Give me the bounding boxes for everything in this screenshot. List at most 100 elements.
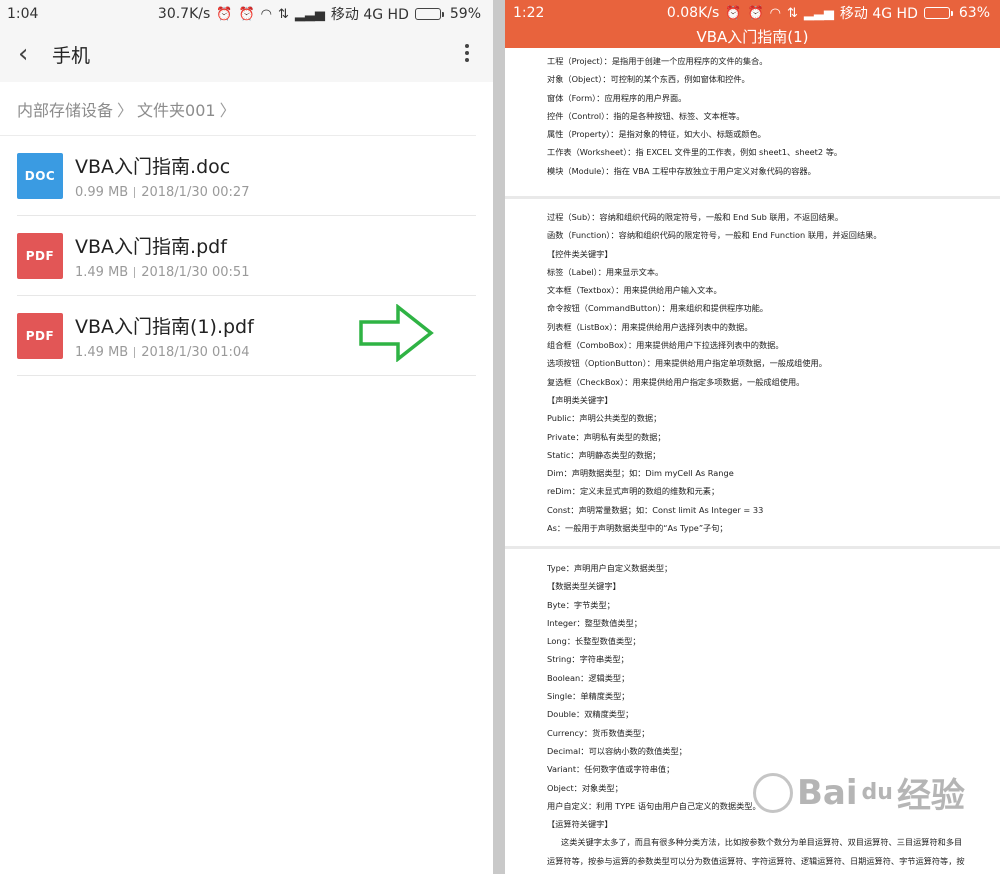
battery-icon (414, 8, 444, 20)
pdf-text-line: Currency：货币数值类型； (547, 727, 650, 738)
pdf-text-line: 复选框（CheckBox）：用来提供给用户指定多项数据，一般成组使用。 (547, 376, 805, 387)
pdf-text-line: Byte：字节类型； (547, 599, 615, 610)
data-arrows-icon: ⇅ (278, 6, 289, 22)
doc-file-icon: DOC (17, 152, 63, 199)
file-name: VBA入门指南.pdf (75, 235, 227, 258)
green-arrow-icon (359, 304, 434, 362)
pdf-text-line: 工作表（Worksheet）：指 EXCEL 文件里的工作表，例如 sheet1… (547, 147, 843, 158)
pdf-text-line: Decimal：可以容纳小数的数值类型； (547, 745, 687, 756)
pdf-text-line: 【声明类关键字】 (547, 394, 613, 405)
battery-percent: 59% (449, 6, 481, 22)
pdf-text-line: String：字符串类型； (547, 654, 629, 665)
pdf-text-line: 文本框（Textbox）：用来提供给用户输入文本。 (547, 285, 722, 296)
viewer-header: 1:22 0.08K/s ⏰ ⏰ ◠ ⇅ ▂▃▅ 移动 4G HD 63% VB… (505, 0, 1000, 48)
pdf-file-icon: PDF (17, 312, 63, 359)
file-info: 1.49 MB 2018/1/30 00:51 (75, 265, 249, 280)
file-item[interactable]: DOC VBA入门指南.doc 0.99 MB 2018/1/30 00:27 (17, 136, 476, 216)
pdf-text-line: Single：单精度类型； (547, 691, 630, 702)
pdf-text-line: 【运算符关键字】 (547, 819, 613, 830)
pdf-page-2: 过程（Sub）：容纳和组织代码的限定符号，一般和 End Sub 联用，不返回结… (505, 199, 1000, 546)
file-item[interactable]: PDF VBA入门指南.pdf 1.49 MB 2018/1/30 00:51 (17, 216, 476, 296)
pdf-text-line: Private：声明私有类型的数据； (547, 431, 666, 442)
network-speed: 30.7K/s (157, 6, 211, 22)
breadcrumb: 内部存储设备 〉 文件夹001 〉 (0, 82, 476, 136)
file-size: 1.49 MB (75, 344, 129, 360)
pdf-text-line: 【控件类关键字】 (547, 248, 613, 259)
file-name: VBA入门指南(1).pdf (75, 315, 254, 338)
carrier: 移动 4G HD (839, 6, 918, 22)
pdf-text-line: As：一般用于声明数据类型中的“As Type”子句； (547, 523, 728, 534)
file-date: 2018/1/30 01:04 (141, 344, 250, 360)
file-name: VBA入门指南.doc (75, 155, 231, 178)
signal-icon: ▂▃▅ (294, 6, 325, 22)
back-icon[interactable]: ‹ (18, 39, 48, 69)
battery-percent: 63% (958, 5, 990, 21)
pdf-text-line: Type：声明用户自定义数据类型； (547, 563, 673, 573)
file-info: 1.49 MB 2018/1/30 01:04 (75, 345, 254, 360)
pdf-text-line: Const：声明常量数据；如：Const limit As Integer = … (547, 504, 764, 515)
wifi-icon: ◠ (260, 6, 272, 22)
pdf-text-line: Integer：整型数值类型； (547, 617, 642, 628)
pdf-text-line: 选项按钮（OptionButton）：用来提供给用户指定单项数据，一般成组使用。 (547, 358, 827, 369)
pdf-text-line: 模块（Module）：指在 VBA 工程中存放独立于用户定义对象代码的容器。 (547, 165, 816, 176)
alarm-off-icon: ⏰ (216, 6, 233, 22)
file-size: 1.49 MB (75, 264, 129, 280)
file-meta: VBA入门指南.doc 0.99 MB 2018/1/30 00:27 (75, 152, 249, 200)
watermark-text: Bai (797, 772, 858, 813)
status-time: 1:04 (7, 6, 39, 22)
pdf-text-line: 属性（Property）：是指对象的特征，如大小、标题或颜色。 (547, 129, 766, 140)
alarm-off-icon: ⏰ (725, 5, 742, 21)
pdf-page-3: Type：声明用户自定义数据类型； 【数据类型关键字】 Byte：字节类型； Inte… (505, 549, 1000, 874)
breadcrumb-item-storage[interactable]: 内部存储设备 (17, 97, 113, 121)
watermark-suffix: du (861, 780, 893, 805)
pdf-text-line: 标签（Label）：用来显示文本。 (547, 266, 664, 277)
pdf-viewer-screen: 1:22 0.08K/s ⏰ ⏰ ◠ ⇅ ▂▃▅ 移动 4G HD 63% VB… (505, 0, 1000, 874)
baidu-watermark: Bai du 经验 (753, 768, 965, 817)
page-title: 手机 (52, 44, 91, 67)
pdf-file-icon: PDF (17, 232, 63, 279)
document-title: VBA入门指南(1) (696, 28, 809, 46)
file-manager-screen: 1:04 30.7K/s ⏰ ⏰ ◠ ⇅ ▂▃▅ 移动 4G HD 59% ‹ … (0, 0, 493, 874)
chevron-right-icon: 〉 (117, 100, 134, 120)
pdf-page-1: 工程（Project）：是指用于创建一个应用程序的文件的集合。 对象（Object… (505, 48, 1000, 196)
pdf-text-line: 函数（Function）：容纳和组织代码的限定符号，一般和 End Functi… (547, 230, 882, 241)
pdf-text-line: 组合框（ComboBox）：用来提供给用户下拉选择列表中的数据。 (547, 340, 784, 351)
pdf-text-line: Double：双精度类型； (547, 709, 634, 720)
pdf-text-line: Boolean：逻辑类型； (547, 672, 630, 683)
file-size: 0.99 MB (75, 184, 129, 200)
app-bar: ‹ 手机 (0, 28, 493, 80)
battery-icon (923, 7, 953, 19)
pdf-text-line: 这类关键字太多了，而且有很多种分类方法，比如按参数个数分为单目运算符、双目运算符… (561, 837, 963, 848)
pdf-text-line: 控件（Control）：指的是各种按钮、标签、文本框等。 (547, 110, 745, 121)
pdf-text-line: 工程（Project）：是指用于创建一个应用程序的文件的集合。 (547, 56, 768, 66)
status-icons: 0.08K/s ⏰ ⏰ ◠ ⇅ ▂▃▅ 移动 4G HD 63% (667, 3, 990, 23)
data-arrows-icon: ⇅ (787, 5, 798, 21)
file-date: 2018/1/30 00:51 (141, 264, 250, 280)
file-info: 0.99 MB 2018/1/30 00:27 (75, 185, 249, 200)
status-bar: 1:22 0.08K/s ⏰ ⏰ ◠ ⇅ ▂▃▅ 移动 4G HD 63% (505, 0, 1000, 26)
more-options-icon[interactable] (465, 44, 469, 62)
pdf-text-line: 运算符等，按参与运算的参数类型可以分为数值运算符、字符运算符、逻辑运算符、日期运… (547, 855, 965, 866)
chevron-right-icon: 〉 (219, 100, 236, 120)
panel-divider (493, 0, 505, 874)
watermark-cn: 经验 (896, 776, 965, 816)
alarm-icon: ⏰ (747, 5, 764, 21)
breadcrumb-item-folder[interactable]: 文件夹001 (137, 97, 216, 121)
pdf-text-line: Long：长整型数值类型； (547, 636, 641, 647)
network-speed: 0.08K/s (666, 5, 720, 21)
pdf-text-line: Public：声明公共类型的数据； (547, 413, 662, 424)
pdf-text-line: 【数据类型关键字】 (547, 581, 621, 592)
file-date: 2018/1/30 00:27 (141, 184, 250, 200)
status-bar: 1:04 30.7K/s ⏰ ⏰ ◠ ⇅ ▂▃▅ 移动 4G HD 59% (0, 0, 493, 28)
status-time: 1:22 (513, 5, 545, 21)
wifi-icon: ◠ (769, 5, 781, 21)
pdf-text-line: Static：声明静态类型的数据； (547, 449, 661, 460)
file-meta: VBA入门指南(1).pdf 1.49 MB 2018/1/30 01:04 (75, 312, 254, 360)
pdf-text-line: 列表框（ListBox）：用来提供给用户选择列表中的数据。 (547, 321, 753, 332)
paw-logo-icon (753, 772, 793, 813)
file-list-area: 内部存储设备 〉 文件夹001 〉 DOC VBA入门指南.doc 0.99 M… (0, 82, 493, 874)
pdf-text-line: 命令按钮（CommandButton）：用来组织和提供程序功能。 (547, 303, 768, 314)
signal-icon: ▂▃▅ (803, 5, 834, 21)
pdf-text-line: 过程（Sub）：容纳和组织代码的限定符号，一般和 End Sub 联用，不返回结… (547, 212, 844, 222)
alarm-icon: ⏰ (238, 6, 255, 22)
